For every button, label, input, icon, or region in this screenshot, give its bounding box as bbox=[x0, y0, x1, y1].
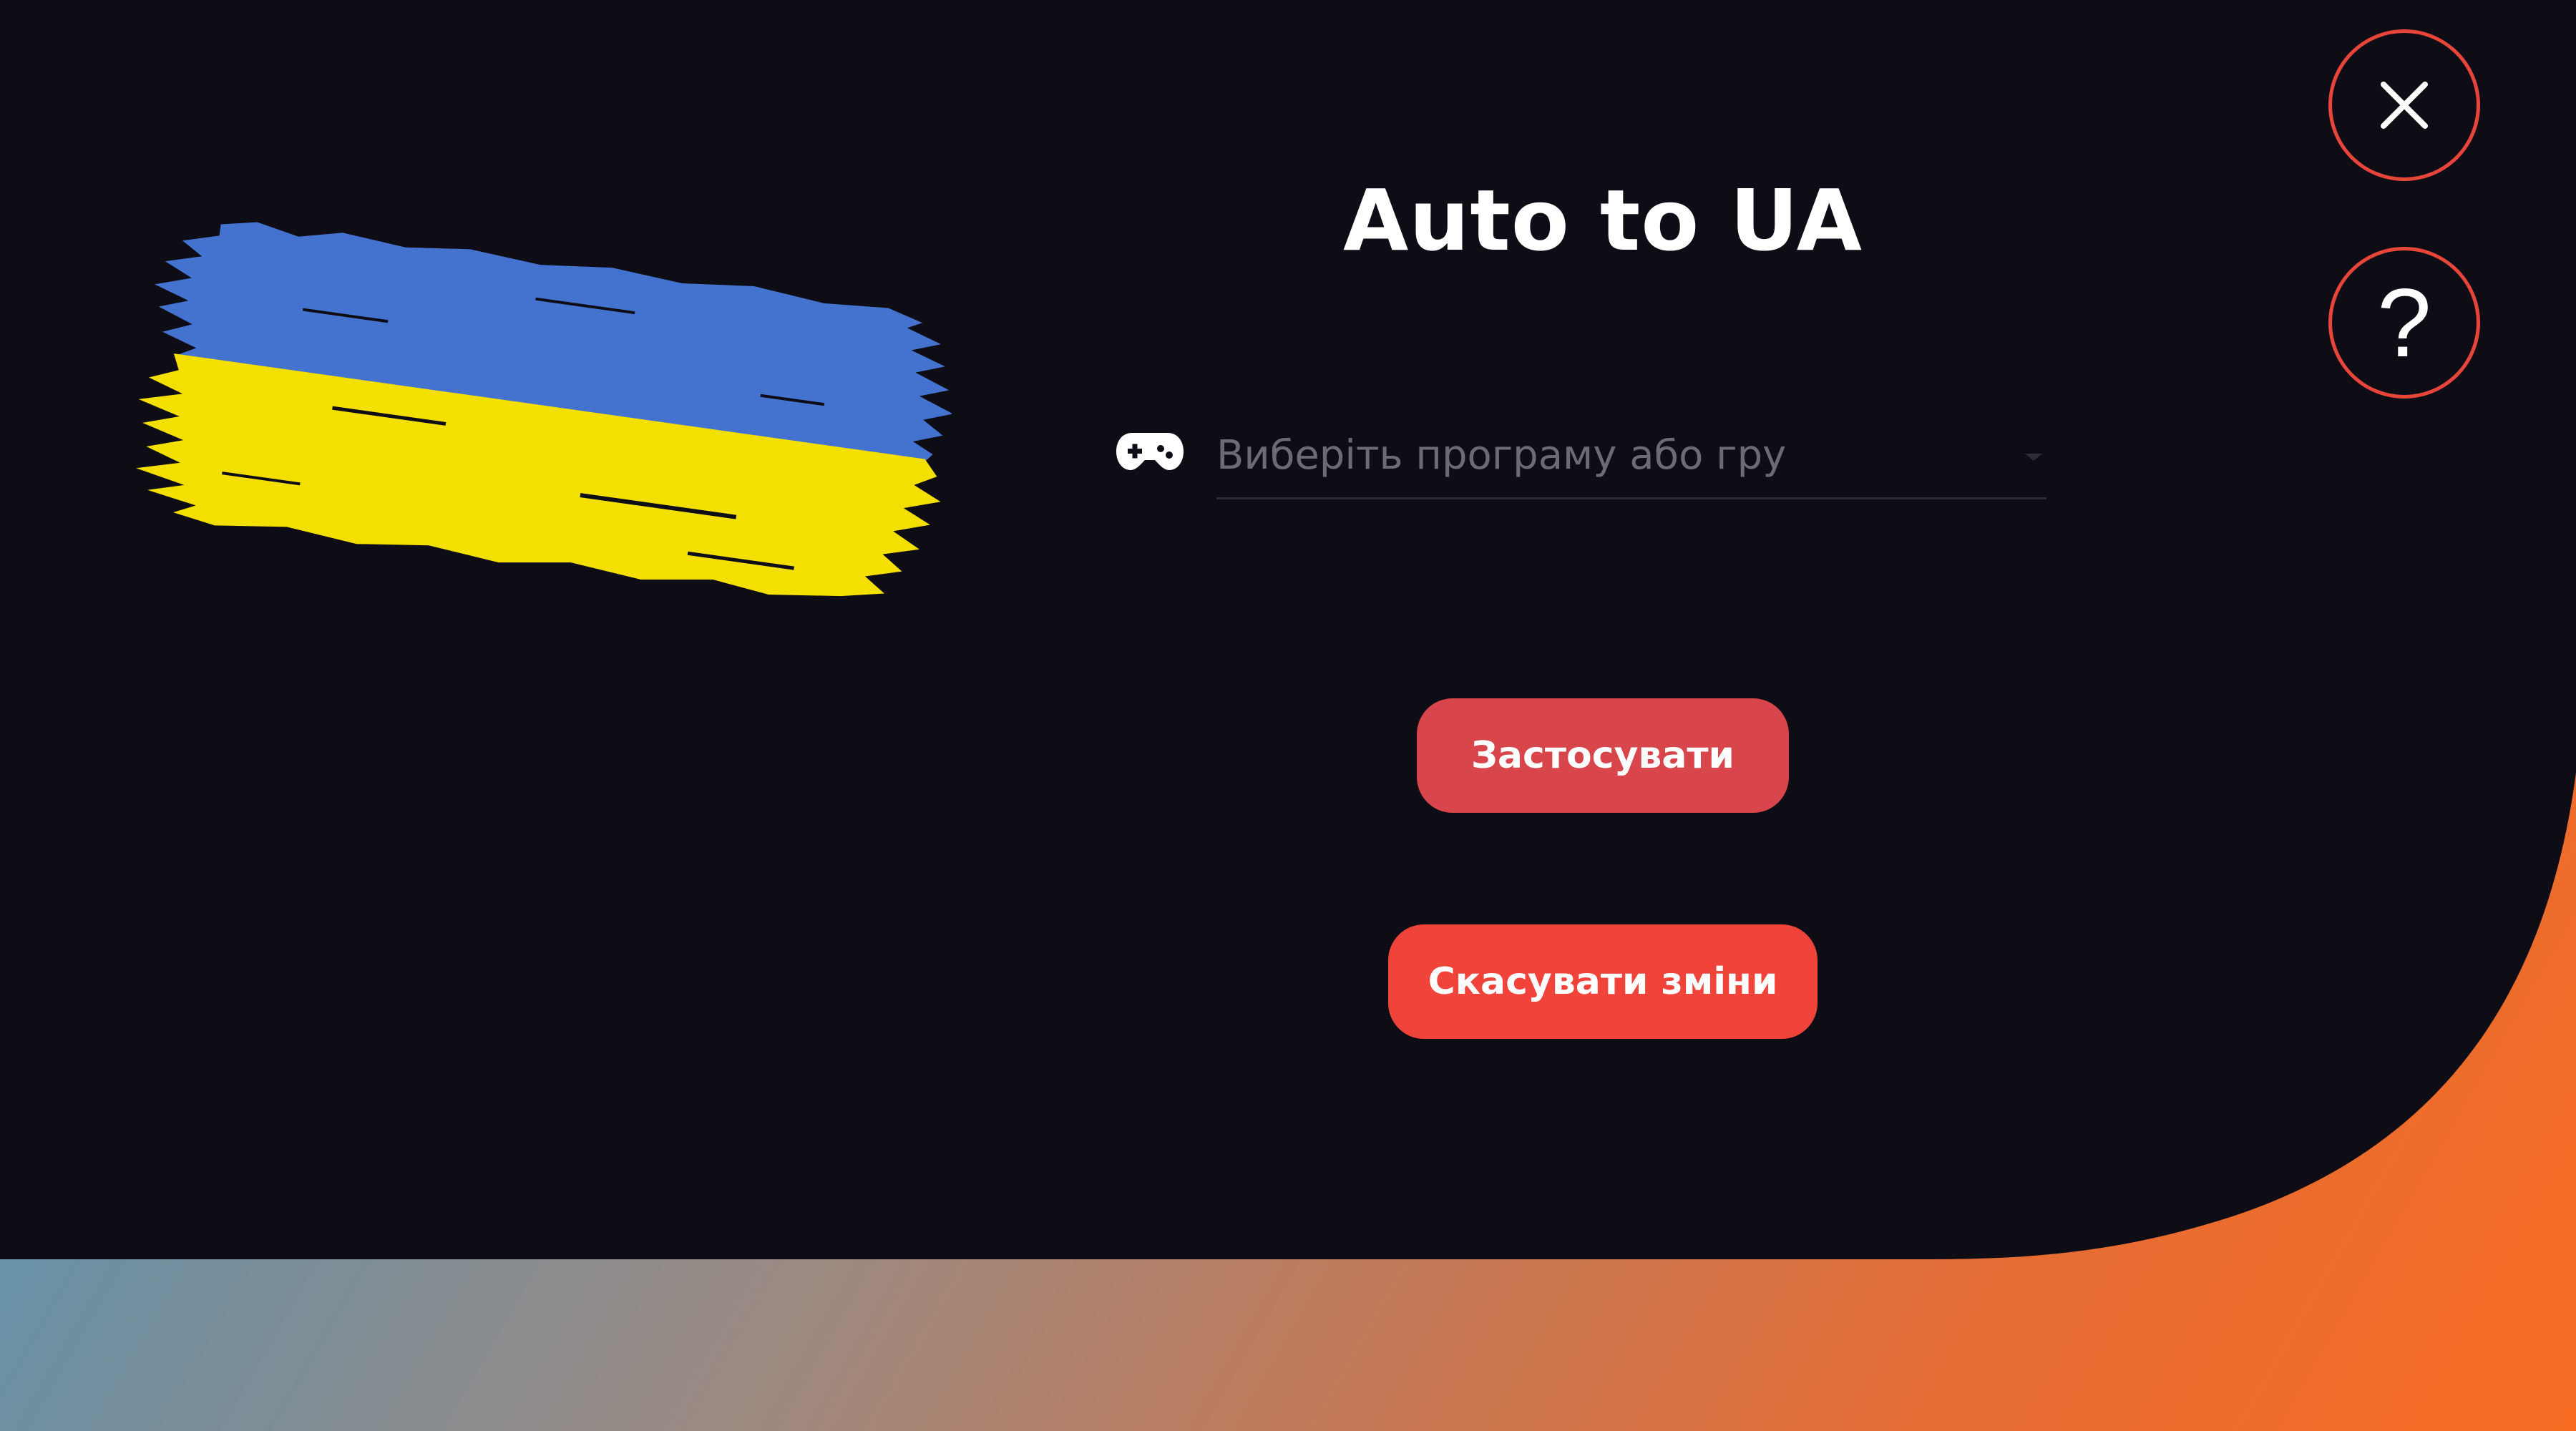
app-title: Auto to UA bbox=[1343, 171, 1863, 270]
chevron-down-icon bbox=[2025, 454, 2042, 461]
close-button[interactable] bbox=[2328, 29, 2480, 181]
program-select[interactable]: Виберіть програму або гру bbox=[1216, 422, 2046, 499]
help-button[interactable]: ? bbox=[2328, 247, 2480, 399]
gamepad-icon bbox=[1116, 433, 1184, 470]
select-placeholder: Виберіть програму або гру bbox=[1216, 432, 1787, 479]
question-mark-icon: ? bbox=[2377, 268, 2431, 377]
apply-button[interactable]: Застосувати bbox=[1417, 698, 1789, 813]
close-icon bbox=[2381, 82, 2428, 129]
cancel-changes-button[interactable]: Скасувати зміни bbox=[1388, 924, 1818, 1039]
ukraine-flag-image bbox=[136, 222, 952, 597]
